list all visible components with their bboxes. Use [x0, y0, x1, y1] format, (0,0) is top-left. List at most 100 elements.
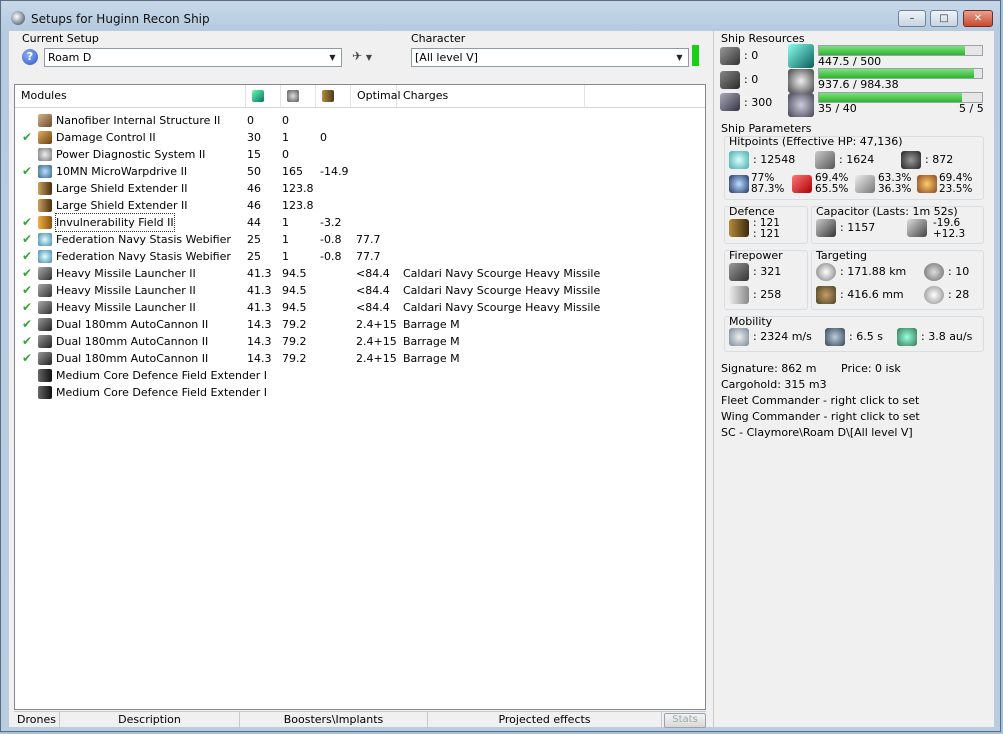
module-optimal: <84.4 [356, 284, 390, 297]
module-cpu: 46 [247, 199, 261, 212]
module-capacitor: -3.2 [320, 216, 342, 229]
max-targets-value: : 10 [948, 265, 970, 278]
module-name: Large Shield Extender II [56, 182, 188, 195]
module-powergrid: 0 [282, 148, 289, 161]
signature-value: Signature: 862 m [721, 362, 817, 375]
thermal-resist-icon [792, 175, 812, 193]
bottom-tabs: Drones Description Boosters\Implants Pro… [14, 711, 706, 728]
powergrid-icon [287, 90, 299, 102]
drone-bay-bar-fill [819, 93, 962, 102]
shield-extender-icon [38, 199, 52, 212]
targeting-box: Targeting : 171.88 km : 10 : 416.6 mm : … [811, 249, 984, 310]
wing-commander-field[interactable]: Wing Commander - right click to set [721, 410, 920, 423]
module-cpu: 25 [247, 250, 261, 263]
shield-icon [729, 151, 749, 169]
tab-projected-effects[interactable]: Projected effects [428, 712, 662, 728]
column-powergrid[interactable] [281, 85, 316, 107]
active-check-icon: ✔ [22, 232, 33, 246]
module-optimal: 77.7 [356, 233, 381, 246]
webifier-icon [38, 250, 52, 263]
table-row[interactable]: Nanofiber Internal Structure II 0 0 [15, 112, 705, 129]
table-row[interactable]: ✔ Damage Control II 30 1 0 [15, 129, 705, 146]
table-row[interactable]: ✔ Dual 180mm AutoCannon II 14.3 79.2 2.4+15 B… [15, 333, 705, 350]
column-optimal[interactable]: Optimal [351, 85, 401, 107]
module-charges: Caldari Navy Scourge Heavy Missile [403, 284, 601, 297]
column-cpu[interactable] [246, 85, 281, 107]
sensor-strength-value: : 28 [948, 288, 970, 301]
modules-list[interactable]: Modules Optimal Charges Nanofiber Intern… [14, 84, 706, 710]
column-capacitor[interactable] [316, 85, 351, 107]
velocity-value: : 2324 m/s [753, 330, 812, 343]
turret-slots-value: : 0 [744, 49, 759, 62]
column-modules[interactable]: Modules [15, 85, 246, 107]
module-powergrid: 94.5 [282, 267, 307, 280]
explosive-resist-value-2: 23.5% [939, 183, 973, 195]
module-cpu: 30 [247, 131, 261, 144]
help-icon[interactable]: ? [22, 49, 38, 65]
module-charges: Barrage M [403, 318, 460, 331]
cpu-icon [788, 44, 814, 68]
module-cpu: 41.3 [247, 301, 272, 314]
hitpoints-label: Hitpoints (Effective HP: 47,136) [729, 135, 903, 148]
calibration-value: : 300 [744, 96, 773, 109]
stats-button[interactable]: Stats [664, 713, 706, 728]
missile-launcher-icon [38, 267, 52, 280]
column-charges[interactable]: Charges [397, 85, 585, 107]
thermal-resist-value-2: 65.5% [815, 183, 849, 195]
tab-drones[interactable]: Drones [14, 712, 60, 728]
module-powergrid: 1 [282, 250, 289, 263]
maximize-button[interactable]: □ [930, 10, 958, 27]
calibration-icon [720, 93, 740, 111]
module-optimal: <84.4 [356, 301, 390, 314]
module-cpu: 46 [247, 182, 261, 195]
table-row[interactable]: ✔ Heavy Missile Launcher II 41.3 94.5 <84.4 C… [15, 299, 705, 316]
table-row[interactable]: ✔ 10MN MicroWarpdrive II 50 165 -14.9 [15, 163, 705, 180]
module-optimal: 2.4+15 [356, 335, 397, 348]
module-powergrid: 165 [282, 165, 303, 178]
table-row[interactable]: ✔ Federation Navy Stasis Webifier 25 1 -0.8 7… [15, 231, 705, 248]
table-row[interactable]: Medium Core Defence Field Extender I [15, 384, 705, 401]
invulnerability-icon [38, 216, 52, 229]
chevron-down-icon: ▼ [676, 53, 683, 62]
app-icon [11, 11, 25, 25]
hitpoints-box: Hitpoints (Effective HP: 47,136) : 12548… [724, 135, 984, 200]
character-select[interactable]: [All level V] ▼ [411, 48, 689, 67]
table-row[interactable]: ✔ Dual 180mm AutoCannon II 14.3 79.2 2.4+15 B… [15, 316, 705, 333]
table-row[interactable]: ✔ Invulnerability Field II 44 1 -3.2 [15, 213, 705, 232]
module-cpu: 41.3 [247, 267, 272, 280]
table-row[interactable]: ✔ Federation Navy Stasis Webifier 25 1 -0.8 7… [15, 248, 705, 265]
setup-select[interactable]: Roam D ▼ [44, 48, 342, 67]
tab-boosters-implants[interactable]: Boosters\Implants [240, 712, 428, 728]
minimize-button[interactable]: – [898, 10, 926, 27]
module-optimal: <84.4 [356, 267, 390, 280]
module-powergrid: 79.2 [282, 318, 307, 331]
shield-hp-value: : 12548 [753, 153, 796, 166]
table-row[interactable]: ✔ Dual 180mm AutoCannon II 14.3 79.2 2.4+15 B… [15, 350, 705, 367]
table-row[interactable]: Medium Core Defence Field Extender I [15, 367, 705, 384]
setup-path: SC - Claymore\Roam D\[All level V] [721, 426, 913, 439]
cpu-bar-fill [819, 46, 965, 55]
close-button[interactable]: ✕ [963, 10, 993, 27]
explosive-resist-icon [917, 175, 937, 193]
module-capacitor: -0.8 [320, 250, 342, 263]
table-row[interactable]: Power Diagnostic System II 15 0 [15, 146, 705, 163]
target-range-icon [816, 263, 836, 281]
module-powergrid: 123.8 [282, 182, 314, 195]
capacitor-box: Capacitor (Lasts: 1m 52s) : 1157 -19.6 +… [811, 205, 984, 244]
table-row[interactable]: ✔ Heavy Missile Launcher II 41.3 94.5 <84.4 C… [15, 265, 705, 282]
max-targets-icon [924, 263, 944, 281]
table-row[interactable]: Large Shield Extender II 46 123.8 [15, 180, 705, 197]
table-row[interactable]: Large Shield Extender II 46 123.8 [15, 197, 705, 214]
fleet-commander-field[interactable]: Fleet Commander - right click to set [721, 394, 919, 407]
ship-info-panel: Ship Resources : 0 : 0 : 300 447.5 / 500… [713, 31, 995, 727]
character-select-value: [All level V] [415, 51, 478, 64]
tab-description[interactable]: Description [60, 712, 240, 728]
cpu-value: 447.5 / 500 [818, 55, 882, 68]
module-cpu: 41.3 [247, 284, 272, 297]
setup-window: Setups for Huginn Recon Ship – □ ✕ Curre… [0, 0, 1001, 732]
table-row[interactable]: ✔ Heavy Missile Launcher II 41.3 94.5 <84.4 C… [15, 282, 705, 299]
module-name: Dual 180mm AutoCannon II [56, 352, 209, 365]
power-icon [38, 148, 52, 161]
ship-tools-button[interactable]: ✈ ▼ [352, 49, 386, 65]
defence-value-2: : 121 [753, 228, 780, 240]
